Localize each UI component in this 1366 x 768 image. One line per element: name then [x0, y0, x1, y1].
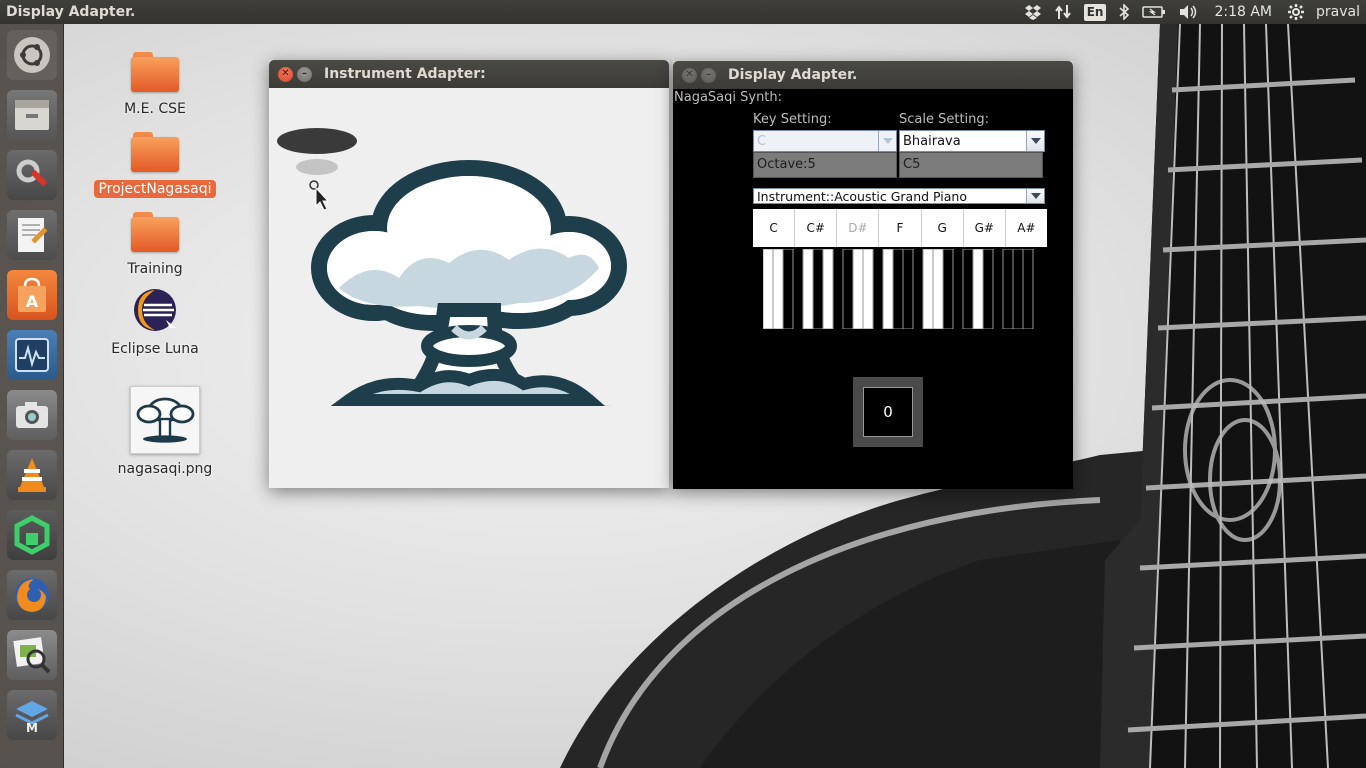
note-button[interactable]: D# — [837, 209, 880, 247]
note-button[interactable]: G# — [964, 209, 1006, 247]
note-field[interactable]: C5 — [899, 152, 1043, 178]
note-button[interactable]: A# — [1006, 209, 1047, 247]
key-setting-label: Key Setting: — [753, 112, 832, 127]
close-icon[interactable]: ✕ — [278, 66, 293, 82]
desktop-icon-label: nagasaqi.png — [117, 461, 213, 477]
display-adapter-window: ✕ – Display Adapter. NagaSaqi Synth: Key… — [673, 61, 1073, 489]
keyboard-language-indicator[interactable]: En — [1078, 0, 1113, 24]
instrument-value: Instrument::Acoustic Grand Piano — [757, 188, 967, 204]
gear-icon[interactable] — [1282, 0, 1310, 24]
eclipse-icon — [130, 288, 180, 334]
window-title: Display Adapter. — [728, 67, 858, 83]
volume-icon[interactable] — [1172, 0, 1204, 24]
ubuntu-dash-icon[interactable] — [7, 30, 57, 80]
svg-text:A: A — [26, 292, 39, 311]
note-button[interactable]: C# — [795, 209, 838, 247]
desktop-icon-label: M.E. CSE — [124, 101, 186, 117]
clock[interactable]: 2:18 AM — [1204, 0, 1282, 24]
scale-setting-label: Scale Setting: — [899, 112, 990, 127]
scale-setting-dropdown[interactable]: Bhairava — [899, 130, 1045, 152]
desktop-icon-label: Training — [127, 261, 183, 277]
scale-notes-row: C C# D# F G G# A# — [753, 209, 1047, 247]
desktop-icon-label: Eclipse Luna — [111, 341, 199, 357]
desktop-folder-me-cse[interactable]: M.E. CSE — [90, 52, 220, 118]
note-button[interactable]: C — [753, 209, 796, 247]
language-label: En — [1083, 3, 1107, 21]
note-button[interactable]: F — [879, 209, 922, 247]
instrument-adapter-window: ✕ – Instrument Adapter: — [269, 60, 669, 488]
software-center-icon[interactable]: A — [7, 270, 57, 320]
file-manager-icon[interactable] — [7, 90, 57, 140]
desktop-app-eclipse-luna[interactable]: Eclipse Luna — [90, 288, 220, 358]
battery-icon[interactable] — [1136, 0, 1172, 24]
bluetooth-icon[interactable] — [1112, 0, 1136, 24]
screenshot-icon[interactable] — [7, 390, 57, 440]
close-icon[interactable]: ✕ — [682, 67, 697, 83]
active-window-title: Display Adapter. — [6, 4, 136, 20]
counter-value: 0 — [863, 387, 913, 437]
system-settings-icon[interactable] — [7, 150, 57, 200]
octave-field[interactable]: Octave:5 — [753, 152, 897, 178]
desktop-icon-label: ProjectNagasaqi — [94, 180, 216, 198]
chevron-down-icon — [878, 131, 896, 151]
chevron-down-icon — [1026, 131, 1044, 151]
window-titlebar[interactable]: ✕ – Instrument Adapter: — [269, 60, 669, 88]
minimize-icon[interactable]: – — [701, 67, 716, 83]
folder-icon — [131, 52, 179, 92]
note-button[interactable]: G — [922, 209, 964, 247]
image-thumbnail-icon — [130, 386, 200, 454]
synth-label: NagaSaqi Synth: — [674, 90, 783, 105]
desktop-folder-training[interactable]: Training — [90, 212, 220, 278]
network-icon[interactable] — [1048, 0, 1078, 24]
key-setting-dropdown[interactable]: C — [753, 130, 897, 152]
key-setting-value: C — [757, 133, 767, 149]
window-title: Instrument Adapter: — [324, 66, 486, 82]
vlc-icon[interactable] — [7, 450, 57, 500]
user-name[interactable]: praval — [1310, 0, 1366, 24]
folder-icon — [131, 212, 179, 252]
scale-setting-value: Bhairava — [903, 133, 961, 149]
folder-icon — [131, 132, 179, 172]
image-viewer-icon[interactable] — [7, 630, 57, 680]
dropbox-icon[interactable] — [1018, 0, 1048, 24]
app-launcher-icon[interactable] — [7, 510, 57, 560]
desktop-folder-projectnagasaqi[interactable]: ProjectNagasaqi — [90, 132, 220, 198]
instrument-canvas[interactable] — [269, 88, 669, 488]
piano-keyboard[interactable] — [763, 249, 1035, 329]
instrument-dropdown[interactable]: Instrument::Acoustic Grand Piano — [753, 188, 1045, 204]
firefox-icon[interactable] — [7, 570, 57, 620]
desktop-file-nagasaqi-png[interactable]: nagasaqi.png — [100, 386, 230, 478]
chevron-down-icon — [1026, 189, 1044, 203]
window-titlebar[interactable]: ✕ – Display Adapter. — [673, 61, 1073, 89]
nagasaqi-cloud-image — [277, 128, 627, 406]
launcher: A M — [0, 24, 64, 768]
minimize-icon[interactable]: – — [297, 66, 312, 82]
display-adapter-panel: NagaSaqi Synth: Key Setting: Scale Setti… — [673, 89, 1073, 489]
svg-text:M: M — [26, 721, 38, 735]
counter-box: 0 — [853, 377, 923, 447]
top-panel: Display Adapter. En 2:18 AM praval — [0, 0, 1366, 24]
workspace-switcher-icon[interactable]: M — [7, 690, 57, 740]
system-monitor-icon[interactable] — [7, 330, 57, 380]
text-editor-icon[interactable] — [7, 210, 57, 260]
